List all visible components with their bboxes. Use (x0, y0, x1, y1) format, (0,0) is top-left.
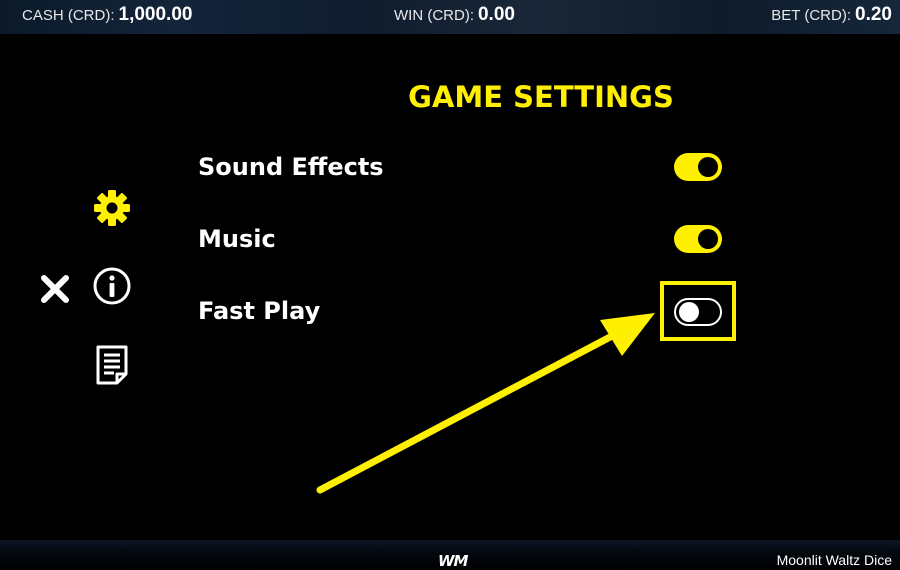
bottom-bar: WM Moonlit Waltz Dice (0, 540, 900, 570)
game-name: Moonlit Waltz Dice (776, 552, 892, 568)
win-value: 0.00 (477, 4, 515, 25)
gear-icon[interactable] (92, 188, 132, 228)
sound-effects-toggle[interactable] (674, 153, 722, 181)
cash-value: 1,000.00 (118, 4, 193, 25)
fast-play-toggle[interactable] (674, 298, 722, 326)
fast-play-label: Fast Play (198, 297, 321, 325)
music-label: Music (198, 225, 276, 253)
cash-label: CASH (CRD): (22, 7, 115, 24)
toggle-knob (679, 302, 699, 322)
page-title: GAME SETTINGS (408, 80, 674, 114)
provider-logo: WM (438, 552, 469, 570)
cash-display: CASH (CRD): 1,000.00 (22, 4, 192, 26)
toggle-knob (698, 229, 718, 249)
top-status-bar: CASH (CRD): 1,000.00 WIN (CRD): 0.00 BET (… (0, 0, 900, 34)
music-toggle[interactable] (674, 225, 722, 253)
bet-display: BET (CRD): 0.20 (771, 4, 892, 26)
sound-effects-label: Sound Effects (198, 153, 384, 181)
bet-value: 0.20 (855, 4, 892, 25)
document-icon[interactable] (94, 344, 130, 386)
win-display: WIN (CRD): 0.00 (394, 4, 515, 26)
win-label: WIN (CRD): (394, 7, 474, 24)
toggle-knob (698, 157, 718, 177)
info-icon[interactable] (92, 266, 132, 306)
bet-label: BET (CRD): (771, 7, 852, 24)
close-icon[interactable] (38, 272, 72, 306)
